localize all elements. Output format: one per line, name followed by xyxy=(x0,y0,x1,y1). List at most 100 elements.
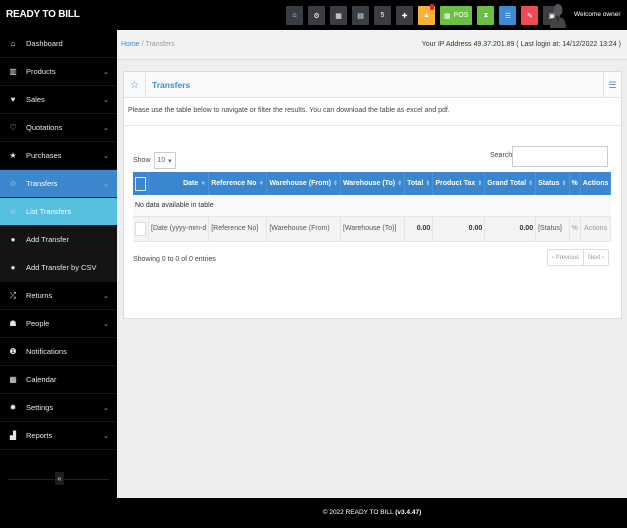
sidebar-item-label: Add Transfer by CSV xyxy=(26,263,97,272)
sort-icon: ⇕ xyxy=(528,181,534,187)
pagination: ‹ Previous Next › xyxy=(547,249,610,266)
hourglass-button[interactable]: ⧗ xyxy=(477,6,495,25)
column-header-date[interactable]: Date ▼ xyxy=(148,172,210,195)
star-outline-icon: ☆ xyxy=(9,207,17,216)
sidebar-item-add-transfer[interactable]: ● Add Transfer xyxy=(0,226,117,254)
panel-menu-icon[interactable]: ☰ xyxy=(603,72,621,98)
eraser-button[interactable]: ✎ xyxy=(521,6,539,25)
column-header-warehouse-to[interactable]: Warehouse (To) ⇕ xyxy=(340,172,406,195)
search-input[interactable] xyxy=(512,146,608,167)
list-button[interactable]: ☰ xyxy=(499,6,517,25)
column-label: Reference No xyxy=(211,180,257,187)
alerts-button[interactable]: ▲ xyxy=(418,4,435,25)
sidebar-item-list-transfers[interactable]: ☆ List Transfers xyxy=(0,198,117,226)
page-footer: © 2022 READY TO BILL (v3.4.47) xyxy=(117,498,627,528)
sidebar-item-add-transfer-by-csv[interactable]: ● Add Transfer by CSV xyxy=(0,254,117,282)
sidebar-item-transfers[interactable]: ☆ Transfers ⌄ xyxy=(0,170,117,198)
pos-button[interactable]: ▦ POS xyxy=(440,6,473,25)
caret-down-icon: ▾ xyxy=(168,157,172,165)
filter-cell-reference-no: [Reference No] xyxy=(208,216,268,241)
column-header-percent: % xyxy=(569,172,581,195)
home-button[interactable]: ⌂ xyxy=(286,6,303,25)
alert-badge xyxy=(430,4,434,10)
chevron-down-icon: ⌄ xyxy=(103,180,109,188)
brand-logo[interactable]: READY TO BILL xyxy=(6,9,80,20)
sort-icon: ▼ xyxy=(200,181,207,187)
calculator-button[interactable]: ▦ xyxy=(330,6,347,25)
column-header-warehouse-from[interactable]: Warehouse (From) ⇕ xyxy=(266,172,341,195)
cogs-button[interactable]: ⚙ xyxy=(308,6,325,25)
empty-message: No data available in table xyxy=(135,201,214,209)
next-page-button[interactable]: Next › xyxy=(583,250,608,265)
calendar-button[interactable]: ▤ xyxy=(352,6,369,25)
welcome-user[interactable]: Welcome owner xyxy=(574,11,620,18)
user-avatar-icon[interactable] xyxy=(550,2,566,28)
sidebar-item-settings[interactable]: ✹ Settings ⌄ xyxy=(0,394,117,422)
sidebar-item-reports[interactable]: ▟ Reports ⌄ xyxy=(0,422,117,450)
filter-cell-date: [Date (yyyy-mm-d xyxy=(148,216,210,241)
html5-button[interactable]: 5 xyxy=(374,6,391,25)
sidebar-item-quotations[interactable]: ♡ Quotations ⌄ xyxy=(0,114,117,142)
sidebar: ⌂ Dashboard ▥ Products ⌄ ♥ Sales ⌄ ♡ Quotations ⌄ ★… xyxy=(0,30,117,498)
sidebar-item-label: Notifications xyxy=(26,347,67,356)
empty-row: No data available in table xyxy=(133,195,611,216)
sidebar-item-notifications[interactable]: ❶ Notifications xyxy=(0,338,117,366)
top-header: READY TO BILL ⌂ ⚙ ▦ ▤ 5 ✚ ▲ ▦ POS ⧗ ☰ ✎ ▣ Welcome ow… xyxy=(0,0,627,30)
calendar-icon: ▤ xyxy=(357,12,364,20)
column-label: % xyxy=(571,180,578,187)
sidebar-item-label: Sales xyxy=(26,95,45,104)
sidebar-item-people[interactable]: ☗ People ⌄ xyxy=(0,310,117,338)
column-header-product-tax[interactable]: Product Tax ⇕ xyxy=(432,172,486,195)
breadcrumb-home-link[interactable]: Home xyxy=(121,41,140,48)
filter-cell-actions: Actions xyxy=(580,216,612,241)
sidebar-item-purchases[interactable]: ★ Purchases ⌄ xyxy=(0,142,117,170)
calendar-icon: ▦ xyxy=(9,375,17,384)
sidebar-collapse-row: « xyxy=(0,450,117,485)
column-header-total[interactable]: Total ⇕ xyxy=(404,172,434,195)
breadcrumb-bar: Home / Transfers Your IP Address 49.37.2… xyxy=(117,30,627,60)
column-header-grand-total[interactable]: Grand Total ⇕ xyxy=(484,172,537,195)
column-header-reference-no[interactable]: Reference No ▼ xyxy=(208,172,268,195)
previous-page-button[interactable]: ‹ Previous xyxy=(548,250,583,265)
column-label: Grand Total xyxy=(487,180,527,187)
breadcrumb: Home / Transfers xyxy=(121,41,175,48)
dashboard-icon: ⌂ xyxy=(10,39,16,48)
star-outline-icon: ☆ xyxy=(124,72,146,98)
language-flag-button[interactable]: ✚ xyxy=(396,6,413,25)
select-all-header xyxy=(133,172,149,195)
sidebar-item-label: Quotations xyxy=(26,123,63,132)
sidebar-item-products[interactable]: ▥ Products ⌄ xyxy=(0,58,117,86)
sidebar-item-label: Transfers xyxy=(26,179,58,188)
sort-icon: ⇕ xyxy=(561,181,567,187)
sidebar-item-calendar[interactable]: ▦ Calendar xyxy=(0,366,117,394)
alerts-icon: ▲ xyxy=(423,12,430,19)
eraser-icon: ✎ xyxy=(526,12,533,20)
sort-icon: ⇕ xyxy=(332,181,338,187)
sidebar-item-label: Add Transfer xyxy=(26,235,69,244)
chevron-down-icon: ⌄ xyxy=(103,152,109,160)
sidebar-collapse-button[interactable]: « xyxy=(55,472,64,485)
plus-circle-icon: ● xyxy=(10,263,16,272)
column-header-actions: Actions xyxy=(580,172,612,195)
sidebar-item-label: Dashboard xyxy=(26,39,63,48)
sidebar-item-returns[interactable]: ⤮ Returns ⌄ xyxy=(0,282,117,310)
sidebar-item-label: Calendar xyxy=(26,375,57,384)
cogs-icon: ⚙ xyxy=(313,12,320,20)
select-all-checkbox[interactable] xyxy=(135,176,146,191)
sidebar-item-label: Settings xyxy=(26,403,54,412)
sidebar-item-label: People xyxy=(26,319,50,328)
chevron-down-icon: ⌄ xyxy=(103,292,109,300)
search-label: Search xyxy=(490,152,513,159)
bar-chart-icon: ▟ xyxy=(9,431,17,440)
sidebar-item-dashboard[interactable]: ⌂ Dashboard xyxy=(0,30,117,58)
table-info: Showing 0 to 0 of 0 entries xyxy=(133,256,216,263)
list-icon: ☰ xyxy=(504,12,512,20)
sidebar-item-sales[interactable]: ♥ Sales ⌄ xyxy=(0,86,117,114)
chevron-down-icon: ⌄ xyxy=(103,320,109,328)
star-icon: ★ xyxy=(9,151,17,160)
column-header-status[interactable]: Status ⇕ xyxy=(535,172,570,195)
sort-icon: ⇕ xyxy=(397,181,403,187)
page-size-control: Show 10 ▾ xyxy=(133,152,176,169)
row-checkbox[interactable] xyxy=(135,221,146,236)
page-size-select[interactable]: 10 ▾ xyxy=(153,152,176,169)
